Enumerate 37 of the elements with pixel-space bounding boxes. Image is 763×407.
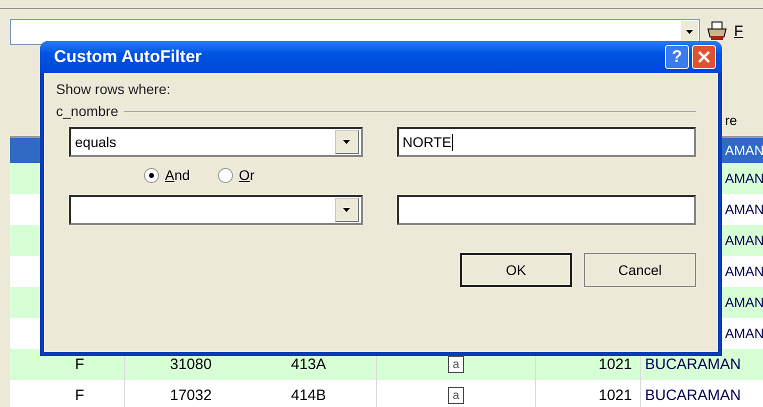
table-cell: F [75, 387, 84, 404]
field-type-icon: a [448, 356, 464, 373]
table-cell: AMAN [725, 171, 763, 186]
printer-icon[interactable] [706, 21, 728, 41]
column-header[interactable]: re [725, 113, 738, 128]
cancel-button[interactable]: Cancel [584, 253, 696, 287]
table-cell: AMAN [725, 326, 763, 341]
table-cell: AMAN [725, 264, 763, 279]
value-field[interactable] [396, 195, 696, 225]
radio-option[interactable]: And [144, 167, 190, 183]
table-cell: 413A [291, 356, 326, 373]
close-button[interactable] [692, 45, 716, 69]
table-row[interactable]: F 17032 414B a 1021 BUCARAMAN [10, 380, 763, 407]
operator-dropdown[interactable]: equals [69, 127, 363, 157]
help-button[interactable]: ? [665, 45, 689, 69]
table-cell: BUCARAMAN [645, 356, 741, 373]
menu-label[interactable]: F [734, 23, 744, 40]
field-type-icon: a [448, 387, 464, 404]
table-cell: 31080 [170, 356, 212, 373]
table-cell: AMAN [725, 295, 763, 310]
operator-dropdown[interactable] [69, 195, 363, 225]
radio-option[interactable]: Or [218, 167, 254, 183]
table-cell: 1021 [598, 387, 632, 404]
window-title: Custom AutoFilter [54, 47, 203, 67]
prompt-label: Show rows where: [56, 81, 172, 97]
table-cell: AMAN [725, 143, 763, 158]
table-cell: BUCARAMAN [645, 387, 741, 404]
close-icon [698, 51, 710, 63]
value-field[interactable]: NORTE [396, 127, 696, 157]
table-cell: 17032 [170, 387, 212, 404]
table-cell: 414B [291, 387, 326, 404]
table-cell: F [75, 356, 84, 373]
table-cell: 1021 [598, 356, 632, 373]
ok-button[interactable]: OK [460, 253, 572, 287]
group-label: c_nombre [56, 103, 118, 119]
table-cell: AMAN [725, 202, 763, 217]
table-cell: AMAN [725, 233, 763, 248]
